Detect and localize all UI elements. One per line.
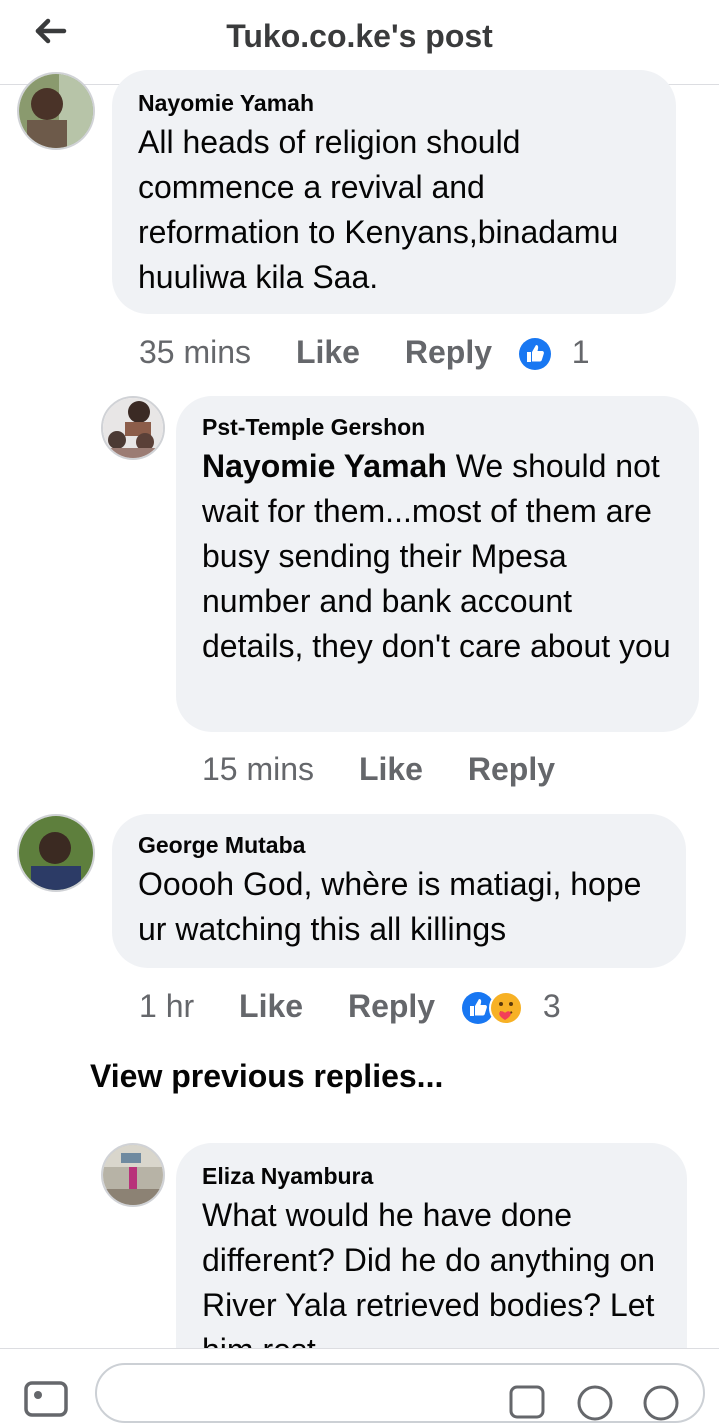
- reply-button[interactable]: Reply: [348, 984, 435, 1028]
- avatar[interactable]: [17, 814, 95, 892]
- comment-text: Ooooh God, whère is matiagi, hope ur wat…: [138, 866, 642, 947]
- reply-button[interactable]: Reply: [405, 330, 492, 374]
- emoji-icon[interactable]: [575, 1383, 615, 1423]
- comment-text: All heads of religion should commence a …: [138, 124, 619, 295]
- reaction-icons[interactable]: [517, 334, 553, 370]
- avatar[interactable]: [17, 72, 95, 150]
- like-button[interactable]: Like: [296, 330, 360, 374]
- page-title: Tuko.co.ke's post: [226, 18, 493, 54]
- comment-author[interactable]: Pst-Temple Gershon: [202, 412, 675, 442]
- reaction-count[interactable]: 1: [572, 330, 590, 374]
- comment-author[interactable]: George Mutaba: [138, 830, 662, 860]
- reply-button[interactable]: Reply: [468, 747, 555, 791]
- avatar[interactable]: [101, 1143, 165, 1207]
- comment-text: Nayomie Yamah We should not wait for the…: [202, 444, 675, 669]
- gif-icon[interactable]: [507, 1383, 547, 1423]
- comment-bubble[interactable]: Nayomie Yamah All heads of religion shou…: [112, 70, 676, 314]
- like-button[interactable]: Like: [239, 984, 303, 1028]
- comment-time: 1 hr: [139, 987, 195, 1024]
- comment-actions: 35 mins Like Reply 1: [139, 327, 590, 371]
- like-reaction-icon: [518, 337, 551, 370]
- reaction-icons[interactable]: [460, 988, 524, 1025]
- reaction-count[interactable]: 3: [543, 984, 561, 1028]
- comment-composer-bar: [0, 1348, 719, 1423]
- reply-bubble[interactable]: Pst-Temple Gershon Nayomie Yamah We shou…: [176, 396, 699, 732]
- like-button[interactable]: Like: [359, 747, 423, 791]
- comment-text: What would he have done different? Did h…: [202, 1197, 656, 1368]
- comment-bubble[interactable]: George Mutaba Ooooh God, whère is matiag…: [112, 814, 686, 968]
- comment-author[interactable]: Eliza Nyambura: [202, 1161, 663, 1191]
- comment-input[interactable]: [95, 1363, 705, 1423]
- comment-time: 15 mins: [202, 750, 315, 787]
- photo-icon[interactable]: [20, 1379, 76, 1419]
- care-reaction-icon: [488, 990, 523, 1025]
- view-previous-replies-link[interactable]: View previous replies...: [90, 1058, 443, 1095]
- sticker-icon[interactable]: [641, 1383, 681, 1423]
- comment-time: 35 mins: [139, 333, 252, 370]
- comment-actions: 1 hr Like Reply 3: [139, 981, 561, 1025]
- comment-author[interactable]: Nayomie Yamah: [138, 88, 652, 118]
- avatar[interactable]: [101, 396, 165, 460]
- comment-actions: 15 mins Like Reply: [202, 744, 555, 788]
- mention-link[interactable]: Nayomie Yamah: [202, 448, 447, 484]
